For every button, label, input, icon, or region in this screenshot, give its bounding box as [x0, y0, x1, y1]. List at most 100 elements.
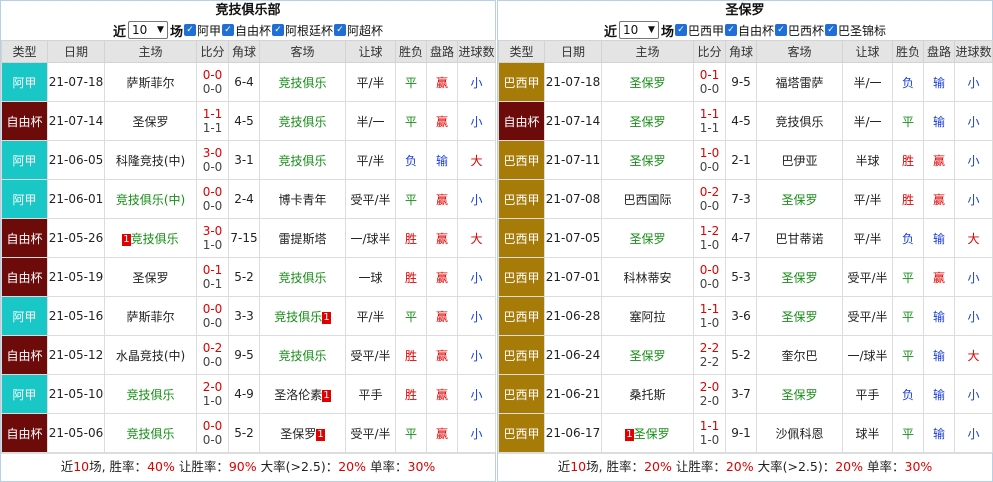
- away-team[interactable]: 圣洛伦素1: [259, 374, 346, 414]
- score-cell[interactable]: 0-1 0-0: [693, 62, 726, 102]
- away-team[interactable]: 竞技俱乐: [756, 101, 843, 141]
- score-cell[interactable]: 0-0 0-0: [693, 257, 726, 297]
- full-time-score: 3-0: [202, 146, 223, 160]
- away-team[interactable]: 圣保罗: [756, 257, 843, 297]
- away-team[interactable]: 博卡青年: [259, 179, 346, 219]
- full-time-score: 0-1: [202, 263, 223, 277]
- away-team[interactable]: 雷提斯塔: [259, 218, 346, 258]
- filter-checkbox-0[interactable]: ✓ 巴西甲: [674, 22, 724, 39]
- home-team[interactable]: 塞阿拉: [601, 296, 694, 336]
- league-type[interactable]: 自由杯: [1, 218, 48, 258]
- score-cell[interactable]: 2-0 1-0: [196, 374, 229, 414]
- home-team[interactable]: 1圣保罗: [601, 413, 694, 453]
- score-cell[interactable]: 2-0 2-0: [693, 374, 726, 414]
- filter-checkbox-0[interactable]: ✓ 阿甲: [183, 22, 221, 39]
- filter-checkbox-3[interactable]: ✓ 阿超杯: [334, 22, 383, 39]
- home-team[interactable]: 圣保罗: [601, 62, 694, 102]
- home-team[interactable]: 1竞技俱乐: [104, 218, 197, 258]
- score-cell[interactable]: 1-1 1-1: [693, 101, 726, 141]
- home-team[interactable]: 萨斯菲尔: [104, 62, 197, 102]
- league-type[interactable]: 自由杯: [1, 335, 48, 375]
- column-header: 主场: [601, 40, 694, 63]
- away-team[interactable]: 巴甘蒂诺: [756, 218, 843, 258]
- home-team[interactable]: 圣保罗: [104, 101, 197, 141]
- away-team[interactable]: 圣保罗: [756, 179, 843, 219]
- score-cell[interactable]: 0-1 0-1: [196, 257, 229, 297]
- home-team[interactable]: 圣保罗: [104, 257, 197, 297]
- league-type[interactable]: 自由杯: [1, 413, 48, 453]
- league-type[interactable]: 自由杯: [1, 257, 48, 297]
- score-cell[interactable]: 0-2 0-0: [693, 179, 726, 219]
- score-cell[interactable]: 2-2 2-2: [693, 335, 726, 375]
- home-team[interactable]: 科隆竞技(中): [104, 140, 197, 180]
- away-team[interactable]: 巴伊亚: [756, 140, 843, 180]
- home-team[interactable]: 巴西国际: [601, 179, 694, 219]
- score-cell[interactable]: 3-0 1-0: [196, 218, 229, 258]
- home-team[interactable]: 竞技俱乐: [104, 374, 197, 414]
- away-team[interactable]: 竞技俱乐: [259, 101, 346, 141]
- home-team[interactable]: 圣保罗: [601, 218, 694, 258]
- handicap: 半/一: [345, 101, 396, 141]
- filter-checkbox-2[interactable]: ✓ 巴西杯: [775, 22, 824, 39]
- home-team[interactable]: 圣保罗: [601, 335, 694, 375]
- filter-checkbox-1[interactable]: ✓ 自由杯: [222, 22, 271, 39]
- away-team[interactable]: 竞技俱乐: [259, 335, 346, 375]
- handicap: 一/球半: [842, 335, 893, 375]
- filter-checkbox-3[interactable]: ✓ 巴圣锦标: [825, 22, 886, 39]
- away-team[interactable]: 福塔雷萨: [756, 62, 843, 102]
- score-cell[interactable]: 1-0 0-0: [693, 140, 726, 180]
- score-cell[interactable]: 0-0 0-0: [196, 296, 229, 336]
- match-count-select[interactable]: 10 ▼: [618, 21, 659, 39]
- score-cell[interactable]: 1-1 1-0: [693, 413, 726, 453]
- league-type[interactable]: 巴西甲: [498, 257, 545, 297]
- league-type[interactable]: 阿甲: [1, 140, 48, 180]
- league-type[interactable]: 巴西甲: [498, 374, 545, 414]
- match-count-select[interactable]: 10 ▼: [127, 21, 168, 39]
- column-header: 让球: [345, 40, 396, 63]
- full-time-score: 1-1: [202, 107, 223, 121]
- score-cell[interactable]: 0-0 0-0: [196, 413, 229, 453]
- league-type[interactable]: 自由杯: [1, 101, 48, 141]
- away-team[interactable]: 竞技俱乐: [259, 62, 346, 102]
- league-type[interactable]: 巴西甲: [498, 296, 545, 336]
- score-cell[interactable]: 3-0 0-0: [196, 140, 229, 180]
- away-team[interactable]: 沙佩科恩: [756, 413, 843, 453]
- away-team[interactable]: 奎尔巴: [756, 335, 843, 375]
- score-cell[interactable]: 0-0 0-0: [196, 179, 229, 219]
- home-team[interactable]: 圣保罗: [601, 101, 694, 141]
- score-cell[interactable]: 0-0 0-0: [196, 62, 229, 102]
- half-time-score: 1-0: [699, 433, 720, 447]
- away-team[interactable]: 圣保罗: [756, 296, 843, 336]
- away-team[interactable]: 圣保罗: [756, 374, 843, 414]
- home-team[interactable]: 竞技俱乐: [104, 413, 197, 453]
- score-cell[interactable]: 1-2 1-0: [693, 218, 726, 258]
- goals-result: 小: [457, 179, 496, 219]
- league-type[interactable]: 巴西甲: [498, 140, 545, 180]
- league-type[interactable]: 阿甲: [1, 296, 48, 336]
- away-team[interactable]: 竞技俱乐: [259, 257, 346, 297]
- league-type[interactable]: 巴西甲: [498, 179, 545, 219]
- handicap-result: 赢: [426, 335, 458, 375]
- league-type[interactable]: 巴西甲: [498, 62, 545, 102]
- home-team[interactable]: 科林蒂安: [601, 257, 694, 297]
- league-type[interactable]: 巴西甲: [498, 335, 545, 375]
- league-type[interactable]: 阿甲: [1, 62, 48, 102]
- league-type[interactable]: 巴西甲: [498, 218, 545, 258]
- home-team[interactable]: 萨斯菲尔: [104, 296, 197, 336]
- filter-checkbox-1[interactable]: ✓ 自由杯: [725, 22, 774, 39]
- league-type[interactable]: 自由杯: [498, 101, 545, 141]
- away-team[interactable]: 圣保罗1: [259, 413, 346, 453]
- league-type[interactable]: 巴西甲: [498, 413, 545, 453]
- score-cell[interactable]: 1-1 1-0: [693, 296, 726, 336]
- score-cell[interactable]: 0-2 0-0: [196, 335, 229, 375]
- home-team[interactable]: 水晶竞技(中): [104, 335, 197, 375]
- filter-checkbox-2[interactable]: ✓ 阿根廷杯: [272, 22, 333, 39]
- league-type[interactable]: 阿甲: [1, 374, 48, 414]
- away-team[interactable]: 竞技俱乐: [259, 140, 346, 180]
- score-cell[interactable]: 1-1 1-1: [196, 101, 229, 141]
- away-team[interactable]: 竞技俱乐1: [259, 296, 346, 336]
- home-team[interactable]: 桑托斯: [601, 374, 694, 414]
- home-team[interactable]: 圣保罗: [601, 140, 694, 180]
- home-team[interactable]: 竞技俱乐(中): [104, 179, 197, 219]
- league-type[interactable]: 阿甲: [1, 179, 48, 219]
